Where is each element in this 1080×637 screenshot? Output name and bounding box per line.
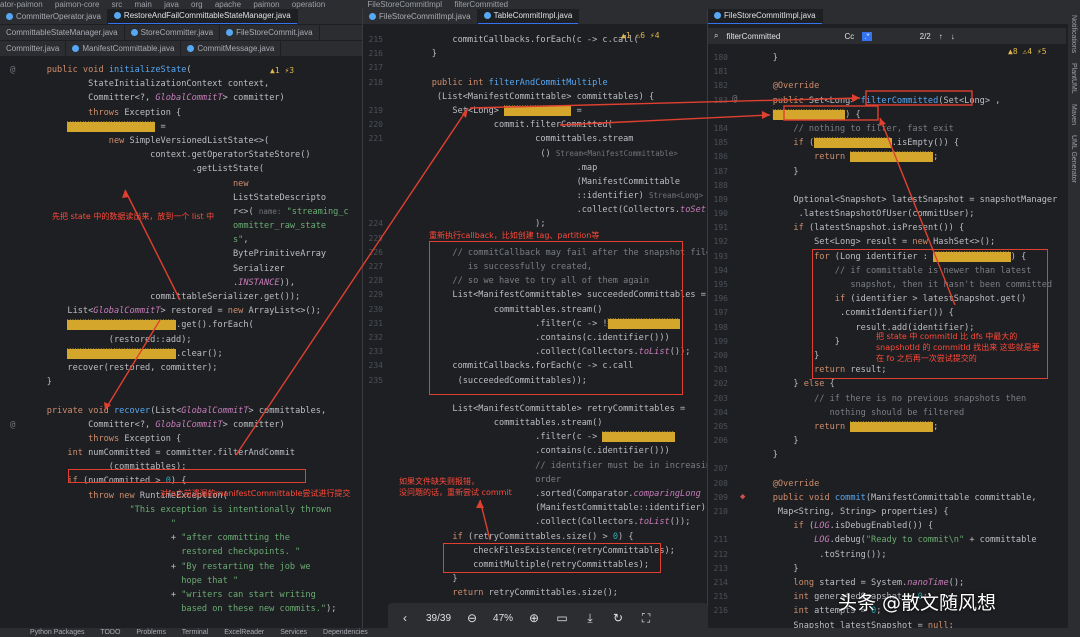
arrow-head [852,94,860,102]
arrow-line [104,319,161,411]
rotate-icon[interactable]: ↻ [611,611,625,625]
fit-page-icon[interactable]: ▭ [555,611,569,625]
tool-excel-reader[interactable]: ExcelReader [224,629,264,636]
highlight-box [865,90,973,106]
bottom-tool-bar: Python Packages TODO Problems Terminal E… [0,628,1080,637]
tool-window-uml-generator[interactable]: UML Generator [1070,135,1077,183]
annotation-arrows [104,90,973,541]
download-icon[interactable]: ⤓ [583,611,597,625]
tool-python-packages[interactable]: Python Packages [30,629,84,636]
watermark: 头条 @散文随风想 [838,592,997,614]
zoom-level: 47% [493,612,514,624]
arrow-line [124,189,181,301]
highlight-box [783,105,879,121]
arrow-head [879,118,886,126]
tool-terminal[interactable]: Terminal [182,629,208,636]
fullscreen-icon[interactable]: ⛶ [639,611,653,625]
arrow-line [879,117,956,306]
arrow-line [559,114,771,126]
tool-problems[interactable]: Problems [136,629,166,636]
tool-window-maven[interactable]: Maven [1070,104,1077,125]
arrow-line [235,107,469,456]
zoom-in-icon[interactable]: ⊕ [527,611,541,625]
tool-dependencies[interactable]: Dependencies [323,629,368,636]
arrow-head [762,111,770,119]
tool-services[interactable]: Services [280,629,307,636]
zoom-out-icon[interactable]: ⊖ [465,611,479,625]
tool-window-plantuml[interactable]: PlantUML [1070,63,1077,94]
tool-window-notifications[interactable]: Notifications [1070,15,1077,53]
tool-todo[interactable]: TODO [100,629,120,636]
page-indicator: 39/39 [426,612,452,624]
arrow-head [122,190,129,198]
arrow-head [476,500,484,508]
right-tool-strip: Notifications PlantUML Maven UML Generat… [1068,9,1080,628]
prev-page-icon[interactable]: ‹ [398,611,412,625]
